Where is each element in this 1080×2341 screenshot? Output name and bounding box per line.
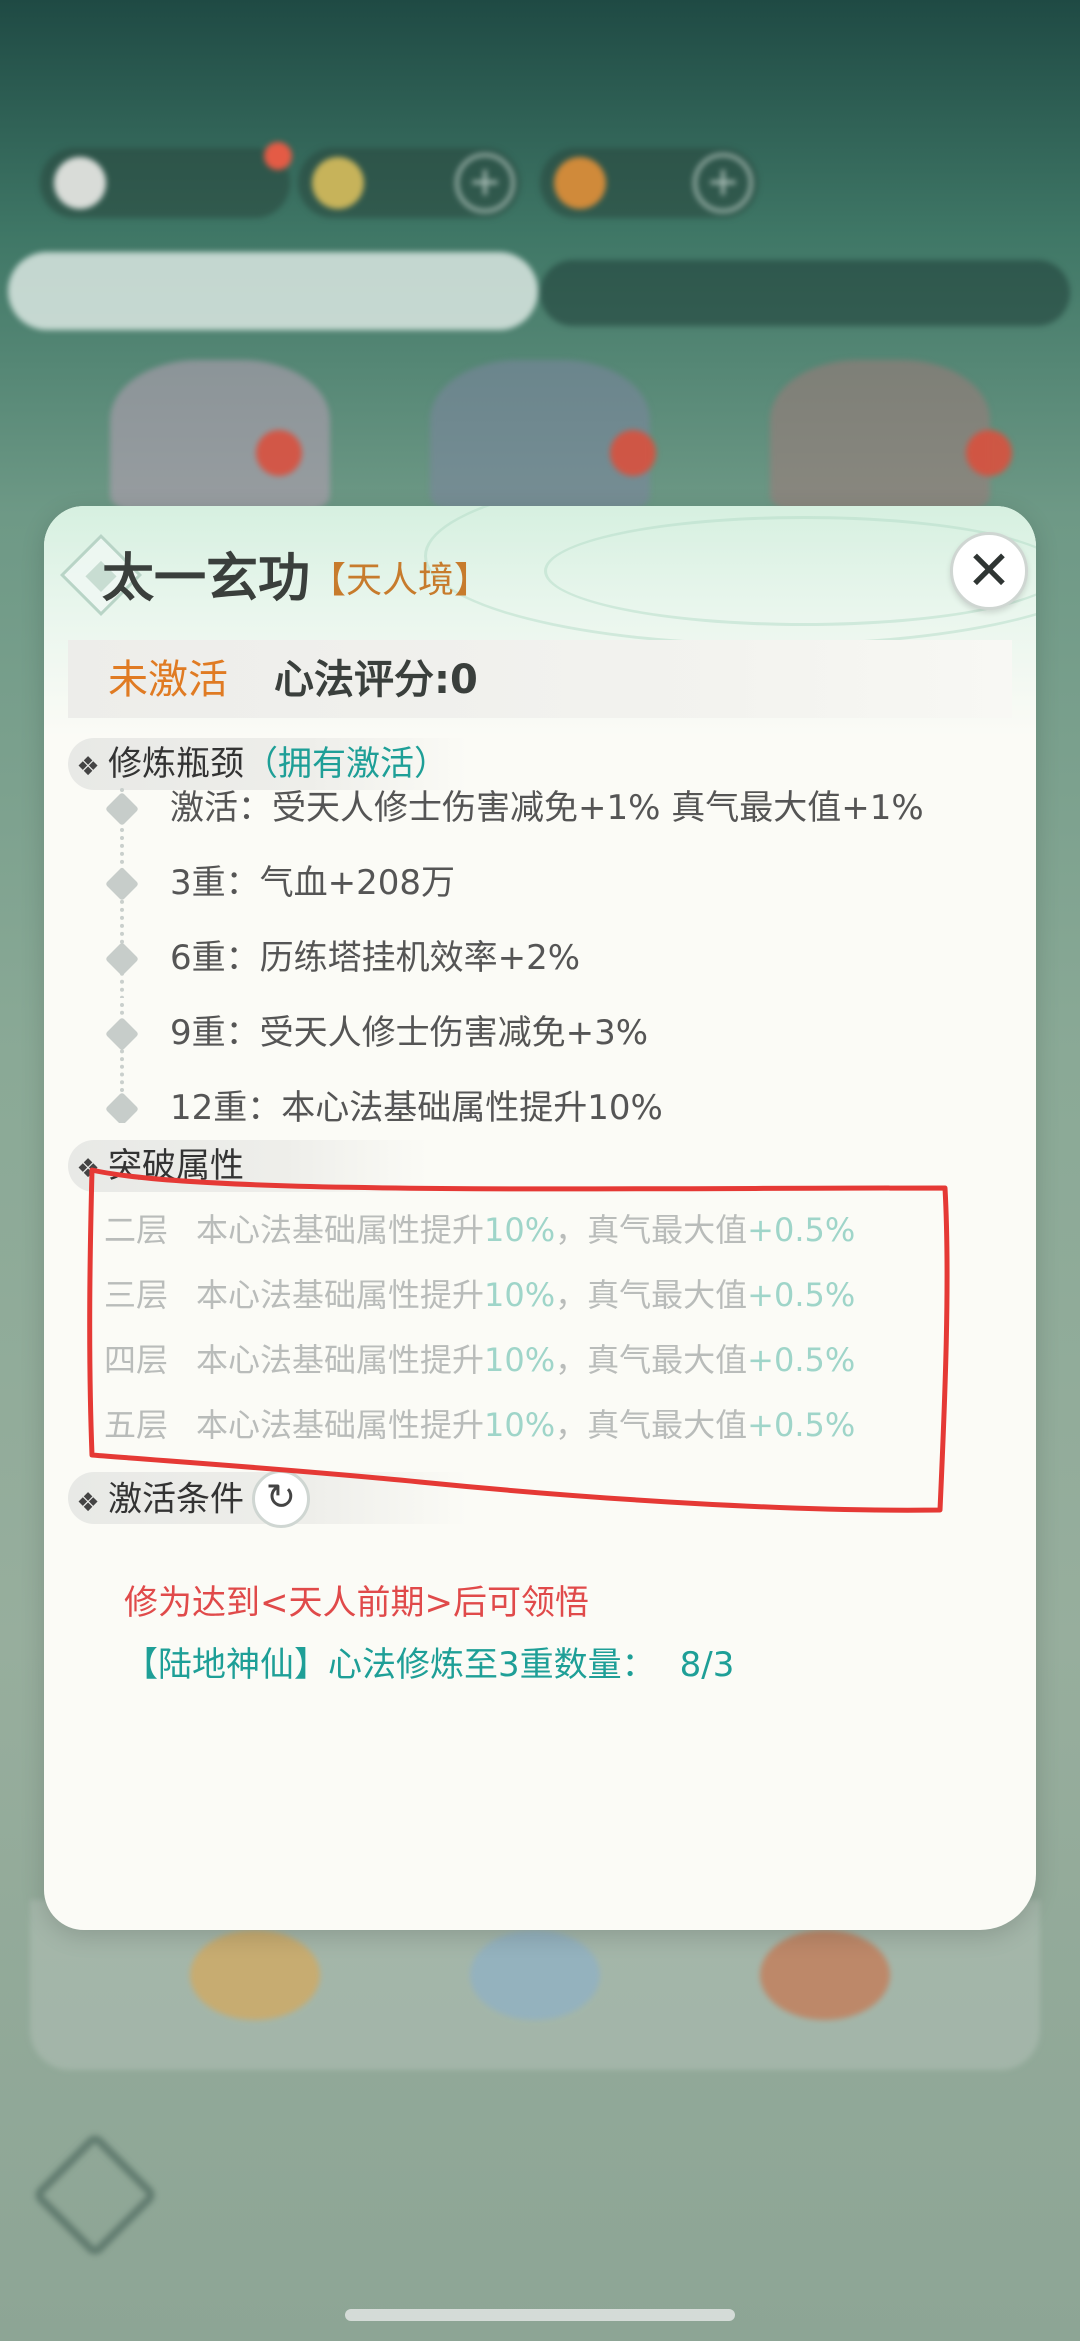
attr-text: ，真气最大值 <box>555 1211 748 1249</box>
attr-text: 本心法基础属性提升 <box>196 1406 485 1444</box>
attr-value: +0.5% <box>747 1406 856 1444</box>
resource-bar-gem: + <box>540 148 758 218</box>
attr-text: 本心法基础属性提升 <box>196 1211 485 1249</box>
background-skill-icon <box>470 1930 600 2020</box>
list-item: 二层 本心法基础属性提升10%，真气最大值+0.5% <box>104 1200 924 1264</box>
home-indicator[interactable] <box>345 2309 735 2321</box>
activation-condition-skill: 【陆地神仙】心法修炼至3重数量： 8/3 <box>124 1640 734 1690</box>
diamond-bullet-icon <box>105 942 139 976</box>
attr-value: +0.5% <box>747 1211 856 1249</box>
section-header-activation: ❖ 激活条件 ↻ <box>68 1470 468 1528</box>
skill-name: 太一玄功 <box>102 549 311 609</box>
background-skill-icon <box>190 1930 320 2020</box>
resource-bar-player <box>40 148 290 218</box>
list-item: 激活：受天人修士伤害减免+1% 真气最大值+1% <box>68 778 1012 838</box>
list-item-text: 3重：气血+208万 <box>170 863 456 903</box>
attr-value: +0.5% <box>747 1276 856 1314</box>
breakthrough-list[interactable]: 二层 本心法基础属性提升10%，真气最大值+0.5% 三层 本心法基础属性提升10%… <box>104 1200 924 1454</box>
resource-bar-gold: + <box>298 148 520 218</box>
close-icon: ✕ <box>966 539 1012 602</box>
notification-dot-icon <box>264 142 292 170</box>
inactive-status: 未激活 <box>108 657 228 703</box>
attr-text: ，真气最大值 <box>555 1276 748 1314</box>
level-label: 四层 <box>104 1341 169 1379</box>
attr-text: 本心法基础属性提升 <box>196 1276 485 1314</box>
plus-icon: + <box>693 153 753 213</box>
list-item: 3重：气血+208万 <box>68 853 1012 913</box>
bottleneck-list-continued[interactable]: 9重：受天人修士伤害减免+3% 12重：本心法基础属性提升10% <box>68 1003 1012 1123</box>
condition-text: 【陆地神仙】心法修炼至3重数量： <box>124 1645 656 1685</box>
attr-value: 10% <box>484 1276 556 1314</box>
diamond-bullet-icon <box>105 1092 139 1123</box>
gold-icon <box>312 157 364 209</box>
list-item-text: 激活：受天人修士伤害减免+1% 真气最大值+1% <box>170 788 924 828</box>
refresh-icon: ↻ <box>265 1477 297 1518</box>
list-item: 6重：历练塔挂机效率+2% <box>68 928 1012 988</box>
close-button[interactable]: ✕ <box>950 532 1028 610</box>
background-character-icon <box>770 360 990 510</box>
refresh-button[interactable]: ↻ <box>252 1470 310 1528</box>
sparkle-icon: ❖ <box>76 1154 100 1184</box>
background-tabs <box>0 248 1080 334</box>
level-label: 五层 <box>104 1406 169 1444</box>
background-tab-right <box>540 260 1070 326</box>
realm-tag: 【天人境】 <box>310 560 491 601</box>
background-skill-icon <box>760 1930 890 2020</box>
section-label: 突破属性 <box>108 1146 244 1186</box>
list-item: 12重：本心法基础属性提升10% <box>68 1078 1012 1123</box>
condition-progress: 8/3 <box>679 1645 735 1685</box>
sparkle-icon: ❖ <box>76 1487 100 1518</box>
attr-text: ，真气最大值 <box>555 1406 748 1444</box>
skill-score: 心法评分:0 <box>274 657 478 703</box>
level-label: 二层 <box>104 1211 169 1249</box>
list-item-text: 6重：历练塔挂机效率+2% <box>170 938 581 978</box>
background-menu-icon <box>31 2131 159 2259</box>
plus-icon: + <box>455 153 515 213</box>
list-item-text: 9重：受天人修士伤害减免+3% <box>170 1013 649 1053</box>
badge-icon <box>966 430 1012 476</box>
diamond-bullet-icon <box>105 1017 139 1051</box>
skill-detail-dialog: 太一玄功【天人境】 ✕ 未激活 心法评分:0 ❖ 修炼瓶颈（拥有激活） 激活：受天… <box>44 506 1036 1930</box>
bottleneck-list[interactable]: 激活：受天人修士伤害减免+1% 真气最大值+1% 3重：气血+208万 6重：历… <box>68 778 1012 998</box>
gem-icon <box>554 157 606 209</box>
level-label: 三层 <box>104 1276 169 1314</box>
attr-value: 10% <box>484 1211 556 1249</box>
avatar-icon <box>54 157 106 209</box>
status-bar: 未激活 心法评分:0 <box>68 640 1012 718</box>
list-item: 四层 本心法基础属性提升10%，真气最大值+0.5% <box>104 1330 924 1394</box>
badge-icon <box>256 430 302 476</box>
skill-title: 太一玄功【天人境】 <box>102 546 490 614</box>
list-item: 五层 本心法基础属性提升10%，真气最大值+0.5% <box>104 1395 924 1454</box>
background-tab-left <box>8 252 538 330</box>
attr-value: 10% <box>484 1406 556 1444</box>
diamond-bullet-icon <box>105 867 139 901</box>
attr-value: 10% <box>484 1341 556 1379</box>
activation-condition-realm: 修为达到<天人前期>后可领悟 <box>124 1583 589 1623</box>
list-item-text: 12重：本心法基础属性提升10% <box>170 1088 663 1123</box>
list-item: 三层 本心法基础属性提升10%，真气最大值+0.5% <box>104 1265 924 1329</box>
section-header-breakthrough: ❖ 突破属性 <box>68 1140 428 1192</box>
attr-value: +0.5% <box>747 1341 856 1379</box>
badge-icon <box>610 430 656 476</box>
list-item: 9重：受天人修士伤害减免+3% <box>68 1003 1012 1063</box>
section-label: 激活条件 <box>108 1479 244 1520</box>
attr-text: 本心法基础属性提升 <box>196 1341 485 1379</box>
attr-text: ，真气最大值 <box>555 1341 748 1379</box>
background-character-icon <box>110 360 330 510</box>
diamond-bullet-icon <box>105 792 139 826</box>
